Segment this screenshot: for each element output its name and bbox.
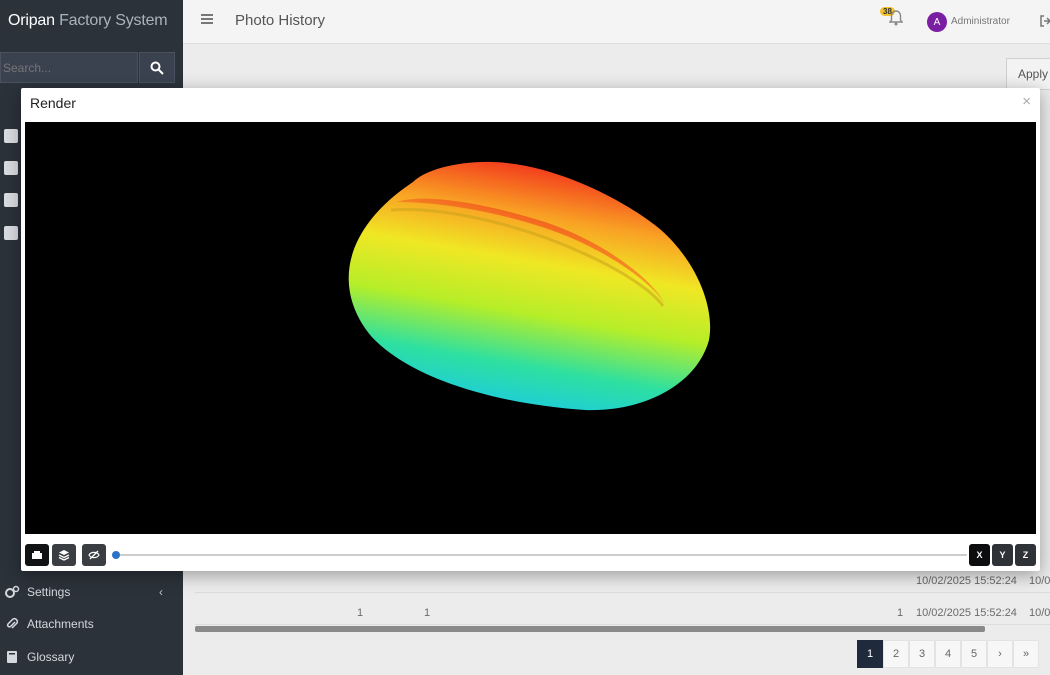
render-3d-model bbox=[348, 161, 711, 411]
render-viewport[interactable] bbox=[25, 122, 1036, 534]
box-view-icon bbox=[32, 551, 42, 559]
render-modal: Render × X Y Z bbox=[21, 88, 1040, 571]
frame-slider-track[interactable] bbox=[114, 554, 967, 556]
eye-off-icon bbox=[88, 550, 100, 560]
close-icon[interactable]: × bbox=[1022, 93, 1031, 110]
toggle-visibility-button[interactable] bbox=[82, 544, 106, 566]
box-view-button[interactable] bbox=[25, 544, 49, 566]
layers-icon bbox=[58, 550, 70, 561]
layers-button[interactable] bbox=[52, 544, 76, 566]
axis-x-button[interactable]: X bbox=[969, 544, 990, 566]
axis-z-button[interactable]: Z bbox=[1015, 544, 1036, 566]
axis-y-button[interactable]: Y bbox=[992, 544, 1013, 566]
modal-title: Render bbox=[30, 95, 76, 111]
frame-slider-thumb[interactable] bbox=[112, 551, 120, 559]
